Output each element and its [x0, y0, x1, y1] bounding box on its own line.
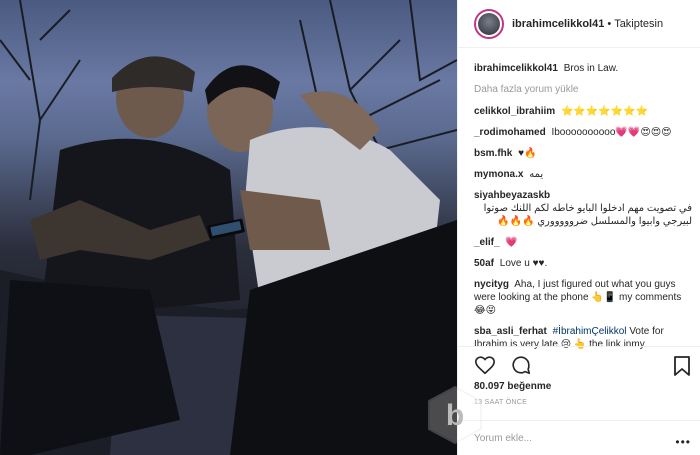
comment-username[interactable]: siyahbeyazaskb — [474, 190, 550, 201]
bookmark-icon[interactable] — [673, 355, 691, 377]
comment-username[interactable]: _elif_ — [474, 237, 500, 248]
comment-item: 50af Love u ♥♥. — [474, 257, 692, 270]
header-separator: • — [607, 17, 612, 30]
avatar-image — [478, 12, 500, 35]
comment-item: mymona.x يمه — [474, 168, 692, 181]
caption-text: Bros in Law. — [563, 63, 619, 74]
site-watermark: b — [428, 385, 482, 445]
post-photo-scene — [0, 0, 457, 455]
comment-username[interactable]: mymona.x — [474, 169, 523, 180]
action-bar — [458, 346, 700, 382]
comment-item: siyahbeyazaskb في تصويت مهم ادخلوا الباي… — [474, 189, 692, 228]
comment-icon[interactable] — [510, 354, 532, 376]
post-header: ibrahimcelikkol41 • Takiptesin — [458, 0, 700, 48]
comment-item: bsm.fhk ♥🔥 — [474, 147, 692, 160]
comment-text: ⭐⭐⭐⭐⭐⭐⭐ — [560, 106, 649, 117]
watermark-letter: b — [446, 399, 464, 432]
heart-icon[interactable] — [474, 354, 496, 376]
comment-username[interactable]: _rodimohamed — [474, 127, 546, 138]
comment-username[interactable]: 50af — [474, 258, 494, 269]
comment-text: Love u ♥♥. — [499, 258, 548, 269]
comment-text: 💗 — [505, 237, 518, 248]
comment-username[interactable]: bsm.fhk — [474, 148, 512, 159]
comment-username[interactable]: sba_asli_ferhat — [474, 326, 547, 337]
comment-item: celikkol_ibrahiim ⭐⭐⭐⭐⭐⭐⭐ — [474, 105, 692, 118]
comment-text: يمه — [529, 169, 544, 180]
caption-username[interactable]: ibrahimcelikkol41 — [474, 63, 558, 74]
comment-item: nycityg Aha, I just figured out what you… — [474, 278, 692, 317]
post-photo[interactable] — [0, 0, 457, 455]
header-username[interactable]: ibrahimcelikkol41 — [512, 18, 604, 30]
comment-item: _rodimohamed Iboooooooooo💗💗😍😍😍 — [474, 126, 692, 139]
comment-username[interactable]: celikkol_ibrahiim — [474, 106, 555, 117]
comment-text: Iboooooooooo💗💗😍😍😍 — [551, 127, 672, 138]
caption: ibrahimcelikkol41 Bros in Law. — [474, 62, 692, 75]
avatar[interactable] — [474, 8, 504, 39]
post-sidebar: ibrahimcelikkol41 • Takiptesin ibrahimce… — [457, 0, 700, 455]
more-options-icon[interactable]: ••• — [675, 435, 691, 449]
left-man-cap — [112, 56, 195, 92]
comment-text: ♥🔥 — [518, 148, 537, 159]
comment-input[interactable] — [474, 432, 654, 444]
add-comment-bar: ••• — [458, 420, 700, 455]
comment-list: ibrahimcelikkol41 Bros in Law. Daha fazl… — [474, 62, 692, 359]
comment-username[interactable]: nycityg — [474, 279, 509, 290]
like-count[interactable]: 80.097 beğenme — [474, 381, 551, 392]
follow-status[interactable]: Takiptesin — [614, 18, 663, 30]
load-more-comments-link[interactable]: Daha fazla yorum yükle — [474, 83, 692, 96]
comment-hashtag[interactable]: #İbrahimÇelikkol — [553, 326, 627, 337]
comment-item: _elif_ 💗 — [474, 236, 692, 249]
comment-text: في تصويت مهم ادخلوا البايو خاطه لكم اللن… — [483, 203, 692, 227]
